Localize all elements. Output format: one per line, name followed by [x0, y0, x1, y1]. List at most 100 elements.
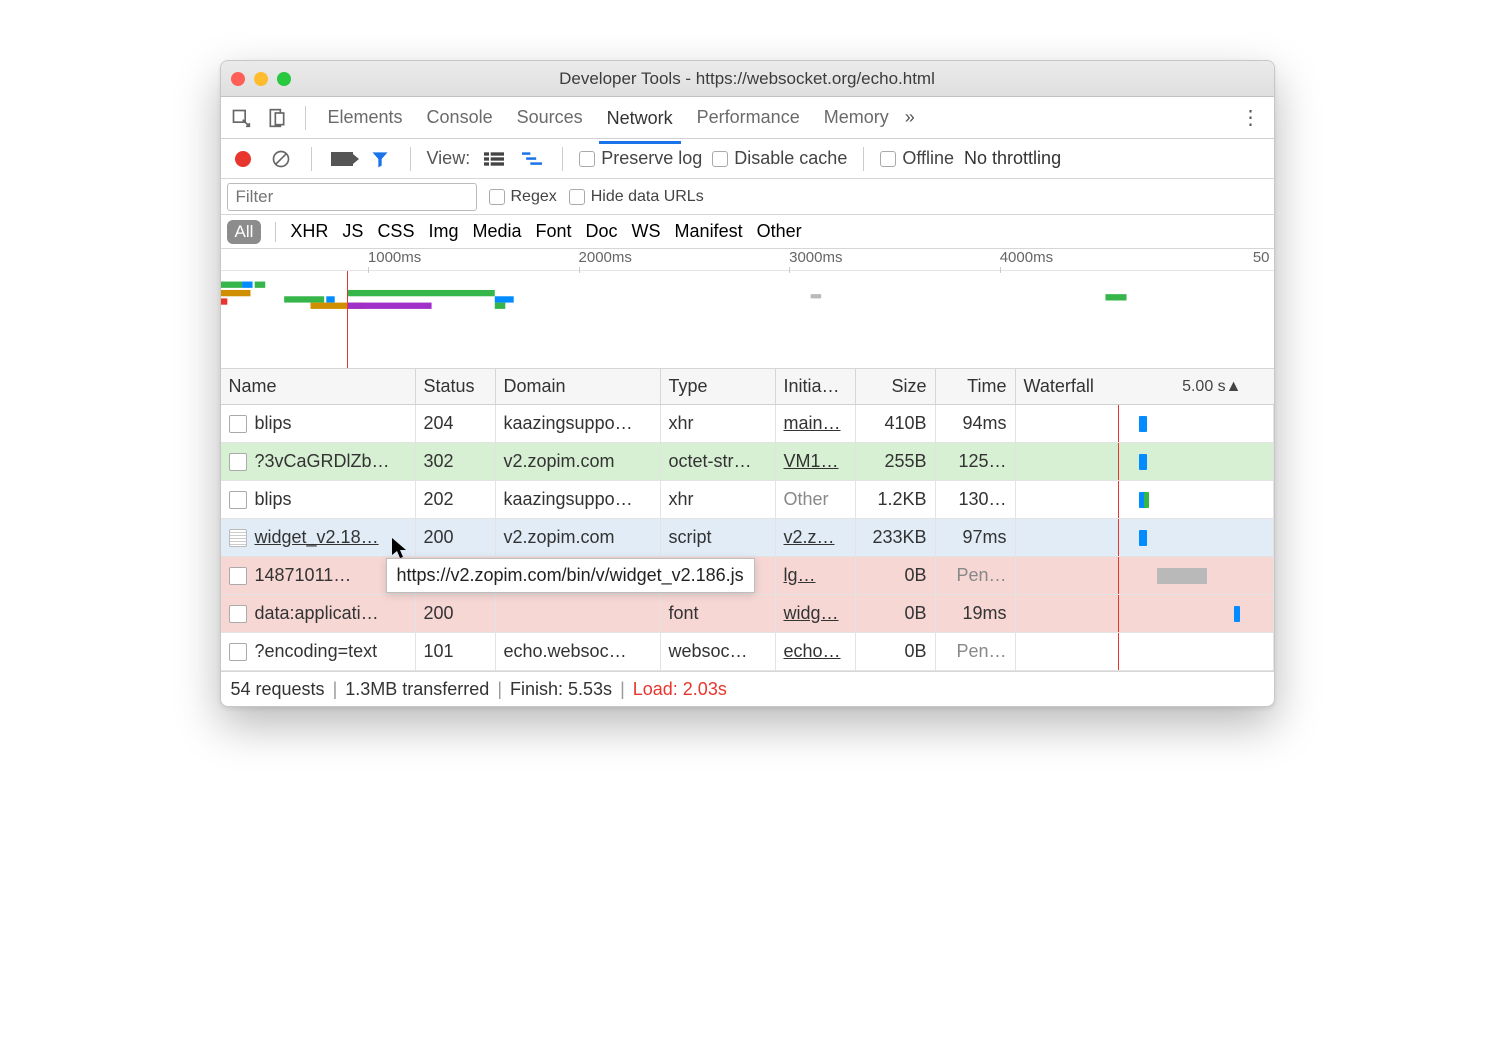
filter-bar: Regex Hide data URLs	[221, 179, 1274, 215]
tabs-overflow-icon[interactable]: »	[905, 107, 915, 128]
cell-waterfall	[1016, 481, 1274, 518]
url-tooltip: https://v2.zopim.com/bin/v/widget_v2.186…	[386, 558, 755, 593]
cell-type: script	[661, 519, 776, 556]
type-doc[interactable]: Doc	[586, 221, 618, 242]
cell-waterfall	[1016, 633, 1274, 670]
col-size[interactable]: Size	[856, 369, 936, 404]
cell-waterfall	[1016, 557, 1274, 594]
type-js[interactable]: JS	[342, 221, 363, 242]
type-img[interactable]: Img	[428, 221, 458, 242]
preserve-log-checkbox[interactable]: Preserve log	[579, 148, 702, 169]
table-row[interactable]: blips202kaazingsuppo…xhrOther1.2KB130…	[221, 481, 1274, 519]
col-name[interactable]: Name	[221, 369, 416, 404]
capture-screenshots-icon[interactable]	[328, 145, 356, 173]
table-row[interactable]: ?encoding=text101echo.websoc…websoc…echo…	[221, 633, 1274, 671]
cell-initiator: main…	[776, 405, 856, 442]
col-domain[interactable]: Domain	[496, 369, 661, 404]
tab-network[interactable]: Network	[599, 102, 681, 144]
timeline-overview[interactable]: 1000ms 2000ms 3000ms 4000ms 50	[221, 249, 1274, 369]
col-status[interactable]: Status	[416, 369, 496, 404]
window-title: Developer Tools - https://websocket.org/…	[221, 69, 1274, 89]
timeline-ticks: 1000ms 2000ms 3000ms 4000ms 50	[221, 249, 1274, 271]
file-icon	[229, 491, 247, 509]
more-options-icon[interactable]: ⋮	[1241, 105, 1262, 130]
cell-waterfall	[1016, 595, 1274, 632]
tab-memory[interactable]: Memory	[816, 101, 897, 134]
timeline-chart	[221, 271, 1274, 366]
table-row[interactable]: ?3vCaGRDlZb…302v2.zopim.comoctet-str…VM1…	[221, 443, 1274, 481]
regex-checkbox[interactable]: Regex	[489, 188, 557, 206]
clear-button[interactable]	[267, 145, 295, 173]
waterfall-scale: 5.00 s▲	[1182, 378, 1241, 396]
cell-name: ?encoding=text	[221, 633, 416, 670]
filter-input[interactable]	[227, 183, 477, 211]
table-row[interactable]: data:applicati…200fontwidg…0B19ms	[221, 595, 1274, 633]
tab-console[interactable]: Console	[419, 101, 501, 134]
separator	[305, 106, 306, 130]
status-requests: 54 requests	[231, 679, 325, 700]
status-finish: Finish: 5.53s	[510, 679, 612, 700]
type-ws[interactable]: WS	[632, 221, 661, 242]
record-button[interactable]	[229, 145, 257, 173]
cell-size: 410B	[856, 405, 936, 442]
col-type[interactable]: Type	[661, 369, 776, 404]
throttling-select[interactable]: No throttling	[964, 148, 1061, 169]
cell-type: octet-str…	[661, 443, 776, 480]
cell-initiator: VM1…	[776, 443, 856, 480]
view-list-icon[interactable]	[480, 145, 508, 173]
request-name: ?encoding=text	[255, 641, 378, 662]
cell-status: 202	[416, 481, 496, 518]
col-initiator[interactable]: Initia…	[776, 369, 856, 404]
device-toolbar-icon[interactable]	[263, 104, 291, 132]
tab-performance[interactable]: Performance	[689, 101, 808, 134]
cell-size: 0B	[856, 595, 936, 632]
filter-toggle-icon[interactable]	[366, 145, 394, 173]
cell-initiator: Other	[776, 481, 856, 518]
maximize-window-button[interactable]	[277, 72, 291, 86]
separator	[562, 147, 563, 171]
type-media[interactable]: Media	[472, 221, 521, 242]
type-css[interactable]: CSS	[377, 221, 414, 242]
mouse-cursor-icon	[391, 537, 409, 565]
type-all[interactable]: All	[227, 220, 262, 244]
cell-type: xhr	[661, 405, 776, 442]
request-name: 14871011…	[255, 565, 352, 586]
cell-status: 200	[416, 595, 496, 632]
hide-data-urls-checkbox[interactable]: Hide data URLs	[569, 188, 704, 206]
status-bar: 54 requests | 1.3MB transferred | Finish…	[221, 672, 1274, 706]
disable-cache-checkbox[interactable]: Disable cache	[712, 148, 847, 169]
type-manifest[interactable]: Manifest	[675, 221, 743, 242]
col-waterfall[interactable]: Waterfall 5.00 s▲	[1016, 369, 1274, 404]
type-font[interactable]: Font	[536, 221, 572, 242]
tab-sources[interactable]: Sources	[509, 101, 591, 134]
cell-name: data:applicati…	[221, 595, 416, 632]
close-window-button[interactable]	[231, 72, 245, 86]
timeline-cursor[interactable]	[347, 271, 348, 368]
inspect-element-icon[interactable]	[227, 104, 255, 132]
cell-time: 97ms	[936, 519, 1016, 556]
offline-checkbox[interactable]: Offline	[880, 148, 954, 169]
type-xhr[interactable]: XHR	[290, 221, 328, 242]
table-row[interactable]: blips204kaazingsuppo…xhrmain…410B94ms	[221, 405, 1274, 443]
col-time[interactable]: Time	[936, 369, 1016, 404]
cell-size: 255B	[856, 443, 936, 480]
minimize-window-button[interactable]	[254, 72, 268, 86]
devtools-window: Developer Tools - https://websocket.org/…	[220, 60, 1275, 707]
table-header: Name Status Domain Type Initia… Size Tim…	[221, 369, 1274, 405]
cell-domain: kaazingsuppo…	[496, 405, 661, 442]
tab-elements[interactable]: Elements	[320, 101, 411, 134]
cell-size: 0B	[856, 557, 936, 594]
cell-domain: v2.zopim.com	[496, 443, 661, 480]
cell-time: Pen…	[936, 633, 1016, 670]
cell-status: 204	[416, 405, 496, 442]
window-controls	[231, 72, 291, 86]
type-other[interactable]: Other	[757, 221, 802, 242]
request-name: widget_v2.18…	[255, 527, 379, 548]
cell-name: ?3vCaGRDlZb…	[221, 443, 416, 480]
table-row[interactable]: widget_v2.18…200v2.zopim.comscriptv2.z…2…	[221, 519, 1274, 557]
cell-domain	[496, 595, 661, 632]
network-toolbar: View: Preserve log Disable cache Offline…	[221, 139, 1274, 179]
view-waterfall-icon[interactable]	[518, 145, 546, 173]
cell-size: 233KB	[856, 519, 936, 556]
table-body: blips204kaazingsuppo…xhrmain…410B94ms?3v…	[221, 405, 1274, 671]
